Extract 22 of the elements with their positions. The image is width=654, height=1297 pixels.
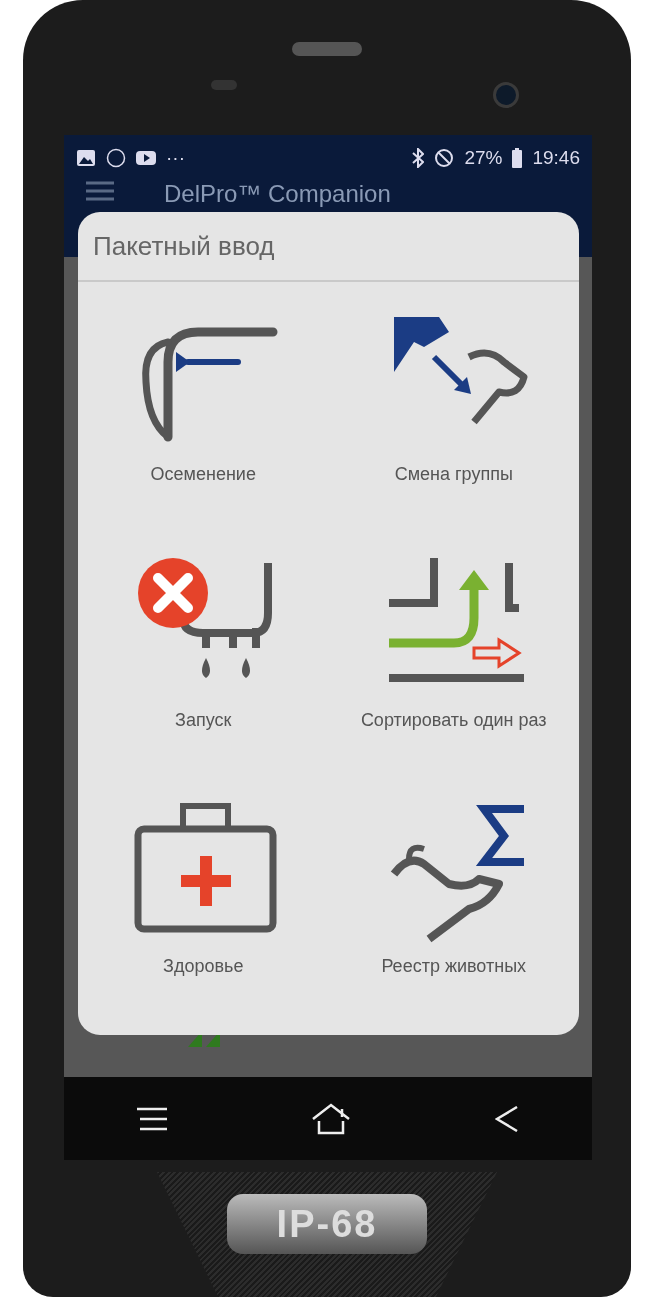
clock: 19:46 — [532, 146, 580, 169]
battery-percent: 27% — [464, 146, 503, 169]
option-label[interactable]: Здоровье — [163, 956, 244, 977]
sensor-icon — [211, 80, 237, 90]
back-icon[interactable] — [495, 1105, 520, 1132]
image-icon — [76, 148, 96, 167]
option-label[interactable]: Запуск — [175, 710, 232, 731]
option-label[interactable]: Реестр животных — [381, 956, 527, 977]
dialog-title: Пакетный ввод — [78, 212, 579, 282]
camera-icon — [493, 82, 519, 108]
app-title: DelPro™ Companion — [164, 180, 391, 208]
device-badge: IP-68 — [227, 1194, 427, 1254]
speaker-icon — [292, 42, 362, 56]
option-label[interactable]: Смена группы — [394, 464, 513, 485]
battery-icon — [512, 147, 523, 168]
option-label[interactable]: Сортировать один раз — [360, 710, 547, 731]
video-icon — [136, 149, 156, 166]
more-notifications: ··· — [166, 146, 185, 169]
bluetooth-icon — [412, 147, 425, 168]
option-label[interactable]: Осеменение — [150, 464, 256, 485]
home-icon[interactable] — [312, 1102, 350, 1135]
blocked-icon — [434, 147, 455, 168]
